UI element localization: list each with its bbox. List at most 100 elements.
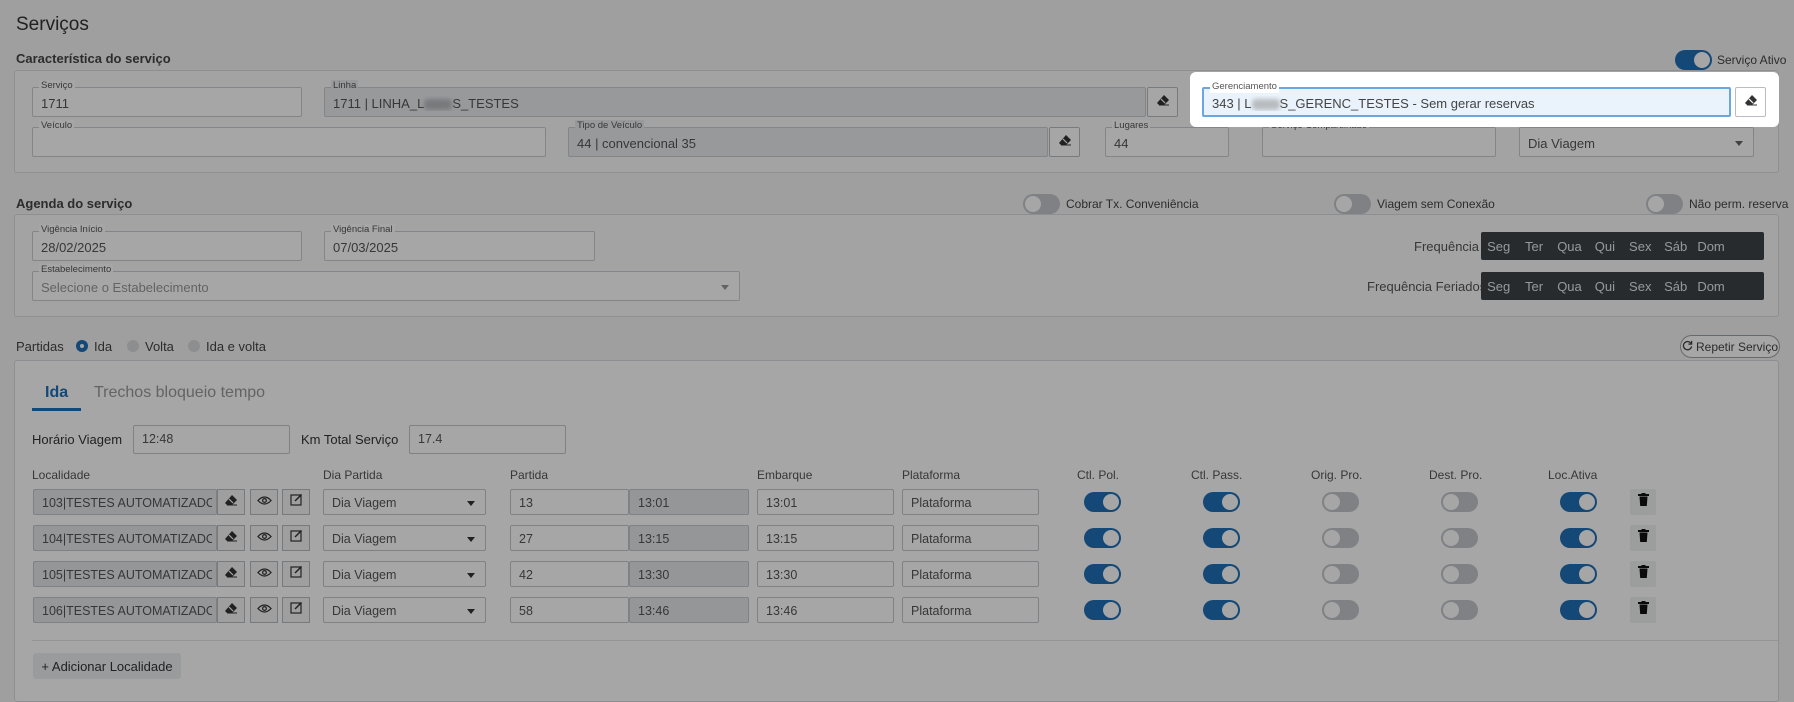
plataforma-input[interactable]: Plataforma [902,561,1039,587]
freq-day-qua[interactable]: Qua [1552,232,1587,260]
fer-day-qua[interactable]: Qua [1552,272,1587,300]
veiculo-field[interactable]: Veículo [32,120,546,157]
partida-input[interactable]: 27 [510,525,629,551]
ctl-pass-toggle[interactable] [1203,564,1240,584]
dia-partida-select[interactable]: Dia Viagem [323,561,486,587]
delete-row-button[interactable] [1630,597,1656,623]
loc-ativa-toggle[interactable] [1560,492,1597,512]
localidade-edit-button[interactable] [282,489,310,515]
loc-ativa-toggle[interactable] [1560,564,1597,584]
tab-trechos[interactable]: Trechos bloqueio tempo [94,384,265,402]
plataforma-input[interactable]: Plataforma [902,525,1039,551]
freq-day-ter[interactable]: Ter [1516,232,1551,260]
add-localidade-button[interactable]: + Adicionar Localidade [33,653,181,679]
tab-ida[interactable]: Ida [45,384,68,402]
dest-pro-toggle[interactable] [1441,600,1478,620]
ctl-pass-toggle[interactable] [1203,600,1240,620]
fer-day-sex[interactable]: Sex [1623,272,1658,300]
dest-pro-toggle[interactable] [1441,564,1478,584]
loc-ativa-toggle[interactable] [1560,528,1597,548]
viagem-sem-conexao-toggle[interactable] [1334,194,1371,214]
dest-pro-toggle[interactable] [1441,528,1478,548]
ctl-pol-toggle[interactable] [1084,564,1121,584]
embarque-input[interactable]: 13:46 [757,597,894,623]
estabelecimento-select[interactable]: Estabelecimento Selecione o Estabelecime… [32,264,740,301]
edit-icon [289,601,303,619]
dia-partida-select[interactable]: Dia Viagem [323,489,486,515]
localidade-edit-button[interactable] [282,597,310,623]
localidade-clear-button[interactable] [217,525,245,551]
orig-pro-toggle[interactable] [1322,528,1359,548]
radio-ida-volta[interactable] [188,340,200,352]
delete-row-button[interactable] [1630,525,1656,551]
horario-input[interactable]: 12:48 [133,425,290,454]
partida-input[interactable]: 13 [510,489,629,515]
vigencia-final-field[interactable]: Vigência Final 07/03/2025 [324,224,595,261]
page-title: Serviços [16,14,89,35]
delete-row-button[interactable] [1630,489,1656,515]
embarque-input[interactable]: 13:30 [757,561,894,587]
eye-icon [256,529,272,547]
orig-pro-toggle[interactable] [1322,564,1359,584]
freq-day-sab[interactable]: Sáb [1658,232,1693,260]
gerenciamento-field[interactable]: Gerenciamento 343 | L S_GERENC_TESTES - S… [1202,81,1731,117]
dest-pro-toggle[interactable] [1441,492,1478,512]
repetir-servico-button[interactable]: Repetir Serviço [1680,335,1780,358]
plataforma-input[interactable]: Plataforma [902,597,1039,623]
freq-day-qui[interactable]: Qui [1587,232,1622,260]
fer-day-seg[interactable]: Seg [1481,272,1516,300]
plataforma-input[interactable]: Plataforma [902,489,1039,515]
fer-day-ter[interactable]: Ter [1516,272,1551,300]
localidade-view-button[interactable] [250,561,278,587]
servico-ativo-toggle[interactable] [1675,50,1712,70]
km-input[interactable]: 17.4 [409,425,566,454]
freq-day-dom[interactable]: Dom [1693,232,1728,260]
cobrar-toggle[interactable] [1023,194,1060,214]
servico-compartilhado-field[interactable]: Serviço Compartilhado [1262,120,1496,157]
linha-clear-button[interactable] [1147,87,1178,117]
localidade-view-button[interactable] [250,489,278,515]
localidade-view-button[interactable] [250,525,278,551]
embarque-input[interactable]: 13:01 [757,489,894,515]
fer-day-dom[interactable]: Dom [1693,272,1728,300]
dia-partida-value: Dia Viagem [332,568,397,582]
vigencia-inicio-field[interactable]: Vigência Início 28/02/2025 [32,224,302,261]
ctl-pass-toggle[interactable] [1203,528,1240,548]
fer-day-sab[interactable]: Sáb [1658,272,1693,300]
ctl-pol-toggle[interactable] [1084,528,1121,548]
localidade-clear-button[interactable] [217,489,245,515]
dia-viagem-select[interactable]: Dia Viagem [1519,127,1754,157]
nao-perm-reserva-toggle[interactable] [1646,194,1683,214]
localidade-edit-button[interactable] [282,561,310,587]
radio-volta[interactable] [127,340,139,352]
ctl-pass-toggle[interactable] [1203,492,1240,512]
cobrar-label: Cobrar Tx. Conveniência [1066,197,1199,211]
freq-day-sex[interactable]: Sex [1623,232,1658,260]
linha-field: Linha 1711 | LINHA_L S_TESTES [324,80,1146,117]
ctl-pol-toggle[interactable] [1084,600,1121,620]
radio-ida[interactable] [76,340,88,352]
delete-row-button[interactable] [1630,561,1656,587]
gerenciamento-highlight: Gerenciamento 343 | L S_GERENC_TESTES - S… [1190,72,1779,127]
dia-partida-select[interactable]: Dia Viagem [323,597,486,623]
embarque-value: 13:46 [766,604,798,618]
localidade-edit-button[interactable] [282,525,310,551]
orig-pro-toggle[interactable] [1322,600,1359,620]
localidade-clear-button[interactable] [217,597,245,623]
tipo-veiculo-clear-button[interactable] [1049,127,1080,157]
partida-input[interactable]: 58 [510,597,629,623]
gerenciamento-clear-button[interactable] [1735,87,1766,117]
localidade-clear-button[interactable] [217,561,245,587]
partida-time: 13:15 [629,525,749,551]
lugares-field[interactable]: Lugares 44 [1105,120,1229,157]
fer-day-qui[interactable]: Qui [1587,272,1622,300]
loc-ativa-toggle[interactable] [1560,600,1597,620]
ctl-pol-toggle[interactable] [1084,492,1121,512]
servico-field[interactable]: Serviço 1711 [32,80,302,117]
localidade-view-button[interactable] [250,597,278,623]
partida-input[interactable]: 42 [510,561,629,587]
embarque-input[interactable]: 13:15 [757,525,894,551]
orig-pro-toggle[interactable] [1322,492,1359,512]
freq-day-seg[interactable]: Seg [1481,232,1516,260]
dia-partida-select[interactable]: Dia Viagem [323,525,486,551]
